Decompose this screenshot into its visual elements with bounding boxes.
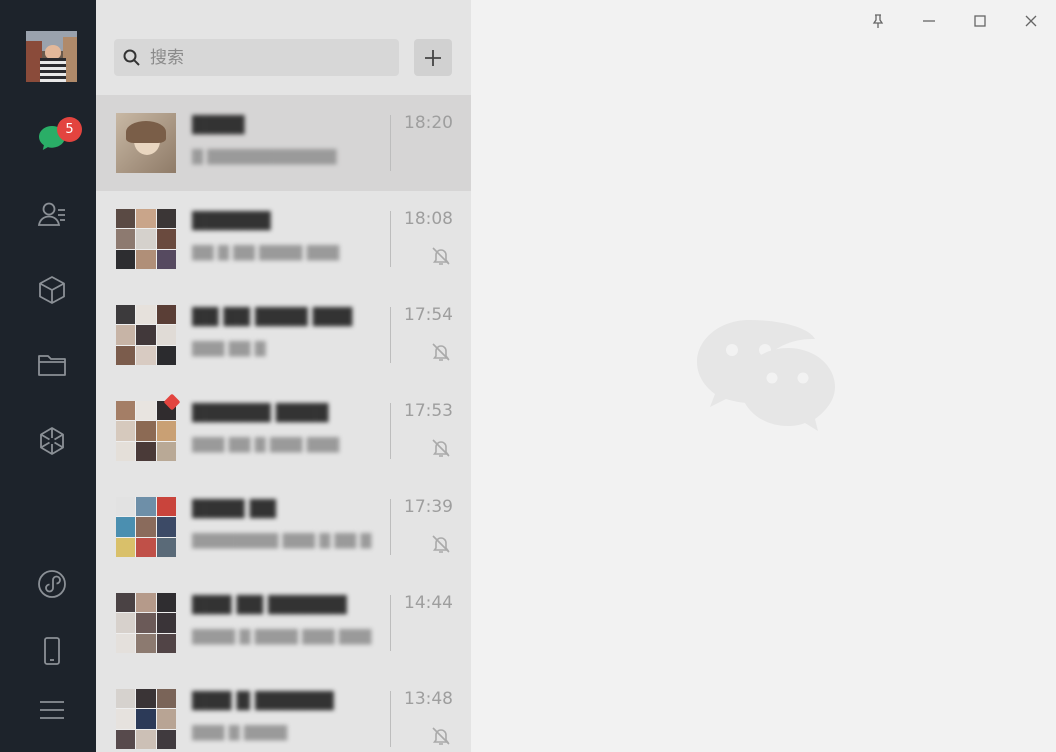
chat-preview: █ ████████████ — [192, 149, 337, 165]
chat-name: ████ — [192, 115, 245, 135]
user-avatar[interactable] — [26, 31, 77, 82]
mute-bell-icon — [432, 535, 450, 553]
hamburger-menu-icon[interactable] — [32, 690, 72, 730]
close-icon[interactable] — [1016, 6, 1046, 36]
mute-bell-icon — [432, 439, 450, 457]
chat-avatar — [116, 113, 176, 173]
maximize-icon[interactable] — [965, 6, 995, 36]
chat-preview: ███ ██ █ — [192, 341, 266, 357]
pin-icon[interactable] — [863, 6, 893, 36]
plus-icon — [425, 49, 441, 66]
mute-bell-icon — [432, 247, 450, 265]
chat-preview: ████████ ███ █ ██ █ — [192, 533, 372, 549]
search-box[interactable] — [114, 39, 399, 76]
chat-time: 14:44 — [404, 593, 453, 613]
nav-rail: 5 — [0, 0, 96, 752]
chat-item[interactable]: ██████ ████ ███ ██ █ ███ ███ 17:53 — [96, 383, 471, 479]
folder-icon[interactable] — [32, 345, 72, 385]
chat-time: 17:54 — [404, 305, 453, 325]
search-icon — [123, 49, 140, 66]
chat-list: ████ █ ████████████ 18:20 ██████ ██ █ ██… — [96, 95, 471, 752]
group-avatar — [116, 305, 176, 365]
search-input[interactable] — [150, 47, 390, 68]
divider — [390, 691, 391, 747]
chat-name: ██ ██ ████ ███ — [192, 307, 353, 327]
mini-program-icon[interactable] — [32, 564, 72, 604]
chat-name: ██████ — [192, 211, 271, 231]
mute-bell-icon — [432, 727, 450, 745]
divider — [390, 211, 391, 267]
chat-name: ████ ██ — [192, 499, 276, 519]
phone-icon[interactable] — [32, 631, 72, 671]
chat-item[interactable]: ████ █ ████████████ 18:20 — [96, 95, 471, 191]
chat-time: 17:39 — [404, 497, 453, 517]
cube-icon[interactable] — [32, 270, 72, 310]
chat-item[interactable]: ████ ██ ████████ ███ █ ██ █ 17:39 — [96, 479, 471, 575]
group-avatar — [116, 593, 176, 653]
chat-name: ███ ██ ██████ — [192, 595, 347, 615]
contacts-icon[interactable] — [32, 194, 72, 234]
divider — [390, 595, 391, 651]
chat-window-empty — [471, 0, 1056, 752]
moments-shutter-icon[interactable] — [32, 421, 72, 461]
group-avatar — [116, 689, 176, 749]
chat-preview: ██ █ ██ ████ ███ — [192, 245, 339, 261]
chat-item[interactable]: ███ ██ ██████ ████ █ ████ ███ ███ 14:44 — [96, 575, 471, 671]
chat-preview: ███ ██ █ ███ ███ — [192, 437, 339, 453]
minimize-icon[interactable] — [914, 6, 944, 36]
add-button[interactable] — [414, 39, 452, 76]
divider — [390, 499, 391, 555]
conversation-pane: ████ █ ████████████ 18:20 ██████ ██ █ ██… — [96, 0, 471, 752]
divider — [390, 307, 391, 363]
group-avatar — [116, 497, 176, 557]
chat-item[interactable]: ██████ ██ █ ██ ████ ███ 18:08 — [96, 191, 471, 287]
wechat-logo-icon — [697, 320, 835, 431]
chat-preview: ███ █ ████ — [192, 725, 288, 741]
chat-time: 17:53 — [404, 401, 453, 421]
group-avatar — [116, 209, 176, 269]
chat-item[interactable]: ███ █ ██████ ███ █ ████ 13:48 — [96, 671, 471, 752]
mute-bell-icon — [432, 343, 450, 361]
divider — [390, 403, 391, 459]
chat-time: 18:20 — [404, 113, 453, 133]
divider — [390, 115, 391, 171]
unread-badge: 5 — [57, 117, 82, 142]
chat-name: ███ █ ██████ — [192, 691, 334, 711]
chat-time: 13:48 — [404, 689, 453, 709]
chat-preview: ████ █ ████ ███ ███ — [192, 629, 372, 645]
group-avatar — [116, 401, 176, 461]
chat-name: ██████ ████ — [192, 403, 329, 423]
chat-time: 18:08 — [404, 209, 453, 229]
chat-item[interactable]: ██ ██ ████ ███ ███ ██ █ 17:54 — [96, 287, 471, 383]
